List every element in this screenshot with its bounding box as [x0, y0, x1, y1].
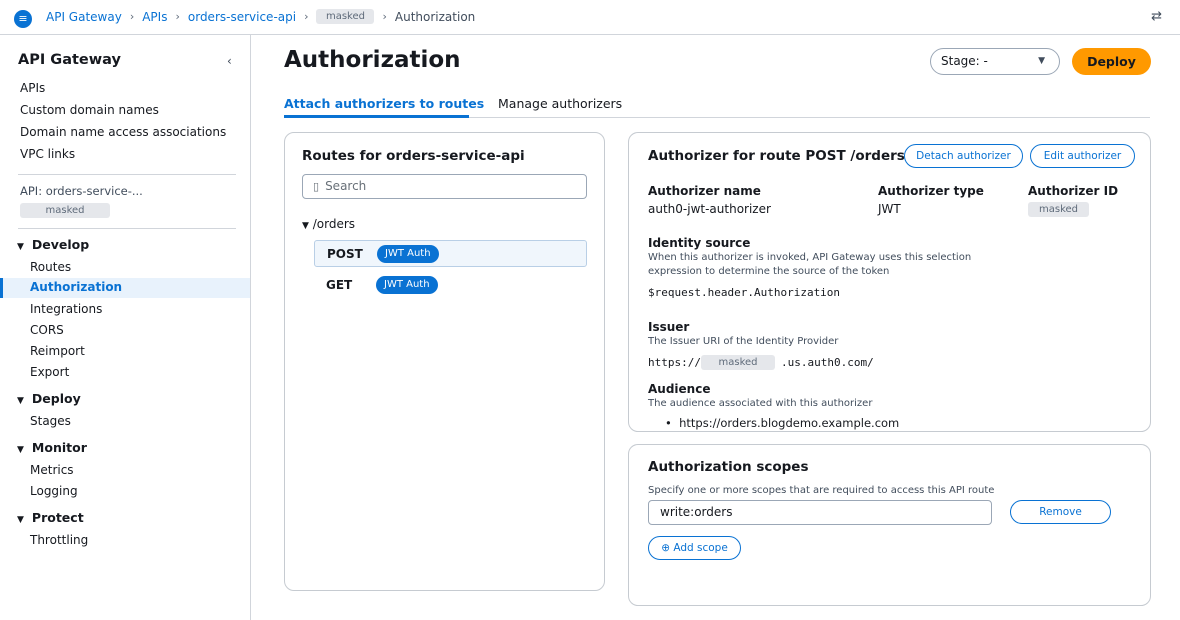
group-protect[interactable]: ▼ Protect	[17, 510, 84, 525]
audience-list-item: • https://orders.blogdemo.example.com	[665, 416, 900, 430]
remove-scope-button[interactable]: Remove	[1010, 500, 1111, 524]
issuer-masked: masked	[701, 355, 775, 370]
caret-down-icon: ▼	[17, 515, 24, 525]
masked-api-id: masked	[20, 203, 110, 218]
sidebar-item-vpc-links[interactable]: VPC links	[20, 147, 75, 161]
sidebar-item-custom-domain-names[interactable]: Custom domain names	[20, 103, 159, 117]
search-input[interactable]: ▯ Search	[302, 174, 587, 199]
menu-icon[interactable]: ≡	[14, 10, 32, 28]
stage-select[interactable]: Stage: - ▼	[930, 48, 1060, 75]
scopes-panel: Authorization scopes Specify one or more…	[628, 444, 1151, 606]
caret-down-icon: ▼	[302, 221, 309, 231]
scope-input[interactable]: write:orders	[648, 500, 992, 525]
authorizer-title: Authorizer for route POST /orders	[648, 148, 905, 164]
group-deploy[interactable]: ▼ Deploy	[17, 391, 81, 406]
route-method: GET	[326, 278, 353, 292]
sidebar: API Gateway ‹ APIs Custom domain names D…	[0, 35, 251, 620]
authorizer-type-value: JWT	[878, 202, 901, 216]
identity-source-value: $request.header.Authorization	[648, 286, 841, 299]
routes-panel: Routes for orders-service-api ▯ Search ▼ …	[284, 132, 605, 591]
breadcrumb-separator: ›	[382, 10, 387, 23]
jwt-auth-badge: JWT Auth	[376, 276, 438, 294]
audience-desc: The audience associated with this author…	[648, 398, 873, 409]
issuer-suffix: .us.auth0.com/	[781, 356, 874, 369]
authorizer-id-masked: masked	[1028, 202, 1089, 217]
sidebar-item-domain-access[interactable]: Domain name access associations	[20, 125, 226, 139]
route-post-orders[interactable]: POST JWT Auth	[314, 240, 587, 267]
sidebar-item-export[interactable]: Export	[30, 365, 69, 379]
breadcrumb-api-gateway[interactable]: API Gateway	[46, 10, 122, 24]
tab-manage-authorizers[interactable]: Manage authorizers	[498, 96, 622, 111]
collapse-icon[interactable]: ‹	[227, 54, 232, 68]
issuer-prefix: https://	[648, 356, 701, 369]
deploy-button[interactable]: Deploy	[1072, 48, 1151, 75]
breadcrumb-api-name[interactable]: orders-service-api	[188, 10, 296, 24]
active-tab-indicator	[284, 115, 469, 118]
sidebar-item-routes[interactable]: Routes	[30, 260, 71, 274]
sidebar-item-authorization[interactable]: Authorization	[30, 280, 122, 294]
page-title: Authorization	[284, 47, 461, 73]
edit-authorizer-button[interactable]: Edit authorizer	[1030, 144, 1135, 168]
route-method: POST	[327, 247, 363, 261]
sidebar-item-throttling[interactable]: Throttling	[30, 533, 88, 547]
authorizer-name-label: Authorizer name	[648, 184, 761, 198]
breadcrumb-current: Authorization	[394, 9, 476, 24]
breadcrumb-separator: ›	[129, 10, 135, 23]
caret-down-icon: ▼	[1038, 56, 1045, 66]
jwt-auth-badge: JWT Auth	[377, 245, 439, 263]
sidebar-item-logging[interactable]: Logging	[30, 484, 78, 498]
scopes-title: Authorization scopes	[648, 459, 809, 475]
divider	[18, 228, 236, 229]
breadcrumb: API Gateway › APIs › orders-service-api …	[46, 9, 475, 24]
sidebar-item-metrics[interactable]: Metrics	[30, 463, 74, 477]
audience-label: Audience	[648, 382, 711, 396]
api-selector[interactable]: API: orders-service-...	[20, 184, 143, 198]
sidebar-item-cors[interactable]: CORS	[30, 323, 64, 337]
breadcrumb-separator: ›	[304, 10, 309, 23]
authorizer-panel: Authorizer for route POST /orders Detach…	[628, 132, 1151, 432]
add-scope-button[interactable]: ⊕ Add scope	[648, 536, 741, 560]
issuer-desc: The Issuer URI of the Identity Provider	[648, 336, 839, 347]
masked-id[interactable]: masked	[316, 9, 375, 24]
caret-down-icon: ▼	[17, 445, 24, 455]
sidebar-title: API Gateway	[18, 52, 121, 68]
breadcrumb-separator: ›	[175, 10, 180, 23]
search-placeholder: Search	[325, 179, 367, 193]
sidebar-item-apis[interactable]: APIs	[20, 81, 45, 95]
breadcrumb-apis[interactable]: APIs	[142, 10, 167, 24]
identity-source-desc-2: expression to determine the source of th…	[648, 266, 890, 277]
top-bar: ≡ API Gateway › APIs › orders-service-ap…	[0, 0, 1180, 35]
issuer-label: Issuer	[648, 320, 690, 334]
stage-select-value: Stage: -	[941, 54, 988, 68]
sidebar-item-reimport[interactable]: Reimport	[30, 344, 85, 358]
routes-title: Routes for orders-service-api	[302, 148, 525, 164]
detach-authorizer-button[interactable]: Detach authorizer	[904, 144, 1023, 168]
authorizer-id-label: Authorizer ID	[1028, 184, 1119, 198]
caret-down-icon: ▼	[17, 242, 24, 252]
caret-down-icon: ▼	[17, 396, 24, 406]
identity-source-label: Identity source	[648, 236, 751, 250]
route-path-orders[interactable]: ▼ /orders	[302, 217, 355, 231]
group-monitor[interactable]: ▼ Monitor	[17, 440, 87, 455]
tab-attach-authorizers[interactable]: Attach authorizers to routes	[284, 96, 484, 111]
swap-icon[interactable]: ⇄	[1151, 9, 1162, 24]
search-icon: ▯	[313, 180, 320, 193]
sidebar-item-integrations[interactable]: Integrations	[30, 302, 102, 316]
route-get-orders[interactable]: GET JWT Auth	[314, 272, 587, 299]
sidebar-item-stages[interactable]: Stages	[30, 414, 71, 428]
scopes-desc: Specify one or more scopes that are requ…	[648, 485, 995, 496]
divider	[18, 174, 236, 175]
group-develop[interactable]: ▼ Develop	[17, 237, 89, 252]
authorizer-type-label: Authorizer type	[878, 184, 984, 198]
identity-source-desc-1: When this authorizer is invoked, API Gat…	[648, 252, 972, 263]
authorizer-name-value: auth0-jwt-authorizer	[648, 202, 771, 216]
